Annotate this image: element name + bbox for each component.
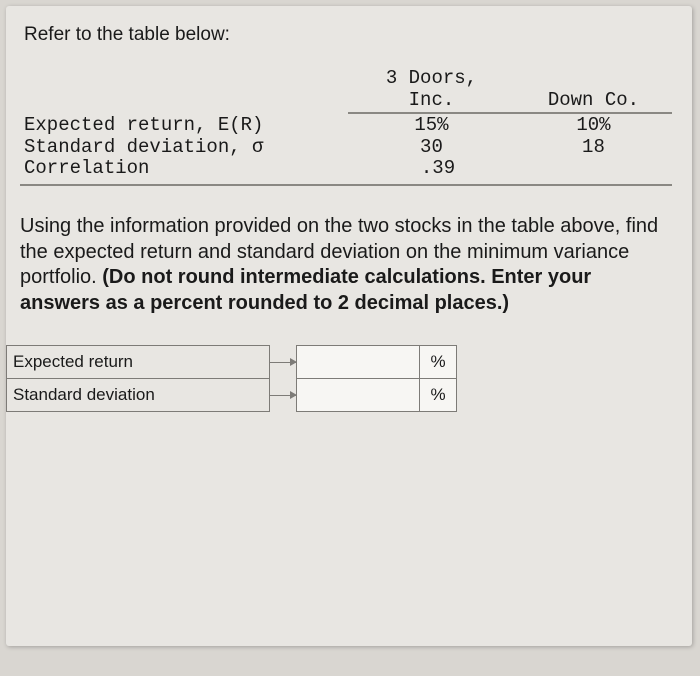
row-label-corr: Correlation <box>20 158 354 180</box>
unit-percent-2: % <box>420 378 457 411</box>
col-header-a-line2: Inc. <box>409 89 455 111</box>
cell-corr: .39 <box>364 158 512 180</box>
standard-deviation-input[interactable] <box>298 380 418 410</box>
row-label-sd: Standard deviation, σ <box>20 137 348 159</box>
answer-block: Expected return % Standard deviation % <box>6 345 682 412</box>
cell-er-b: 10% <box>515 115 672 137</box>
question-text: Using the information provided on the tw… <box>20 214 676 316</box>
cell-sd-b: 18 <box>515 137 672 159</box>
answer-row-sd-label: Standard deviation <box>7 378 270 411</box>
cell-er-a: 15% <box>348 115 515 137</box>
arrow-icon <box>270 378 297 411</box>
col-header-b: Down Co. <box>548 89 639 111</box>
unit-percent-1: % <box>420 345 457 378</box>
answer-row-er-label: Expected return <box>7 345 270 378</box>
data-table: 3 Doors, Inc. Down Co. Expected return, … <box>20 68 672 186</box>
arrow-icon <box>270 345 297 378</box>
expected-return-input[interactable] <box>298 347 418 377</box>
cell-sd-a: 30 <box>348 137 515 159</box>
row-label-er: Expected return, E(R) <box>20 115 348 137</box>
intro-text: Refer to the table below: <box>24 24 682 46</box>
col-header-a-line1: 3 Doors, <box>348 68 515 90</box>
